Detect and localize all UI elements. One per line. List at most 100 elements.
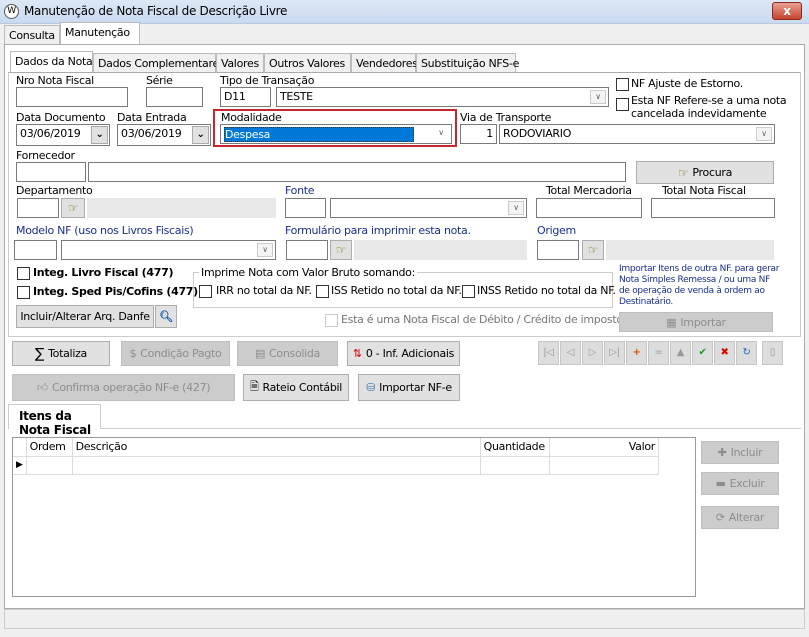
cell[interactable] — [26, 456, 73, 475]
col-ordem[interactable]: Ordem — [26, 438, 73, 457]
totaliza-button[interactable]: ∑ Totaliza — [12, 341, 110, 366]
fonte-input[interactable] — [285, 198, 326, 218]
tipo-code-input[interactable]: D11 — [220, 87, 271, 107]
fornecedor-name-input[interactable] — [88, 162, 626, 182]
row-indicator-icon: ▶ — [13, 456, 27, 475]
header-row: Ordem Descrição Quantidade Valor — [13, 438, 660, 457]
search-icon[interactable]: 🔍︎ — [155, 305, 177, 328]
post-icon[interactable]: ✔ — [692, 341, 713, 365]
nro-input[interactable] — [16, 87, 128, 107]
tab-substituicao[interactable]: Substituição NFS-e — [416, 53, 519, 73]
chevron-down-icon[interactable]: ⌄ — [192, 126, 209, 144]
close-button[interactable]: x — [772, 2, 802, 20]
tab-consulta[interactable]: Consulta — [4, 25, 60, 45]
refresh-icon[interactable]: ↻ — [736, 341, 757, 365]
debito-checkbox[interactable] — [325, 314, 338, 327]
modelo-label: Modelo NF (uso nos Livros Fiscais) — [16, 224, 194, 237]
condicao-label: Condição Pagto — [140, 347, 222, 360]
cancel-icon[interactable]: ✖ — [714, 341, 735, 365]
excluir-button[interactable]: ▬ Excluir — [701, 472, 779, 495]
tipo-label: Tipo de Transação — [220, 74, 315, 87]
tab-itens[interactable]: Itens da Nota Fiscal — [8, 404, 101, 437]
insert-icon[interactable]: + — [626, 341, 647, 365]
formulario-desc — [354, 240, 527, 260]
integ-sped-label: Integ. Sped Pis/Cofins (477) — [33, 285, 198, 298]
danfe-button[interactable]: Incluir/Alterar Arq. Danfe — [16, 305, 154, 328]
cell[interactable] — [72, 456, 481, 475]
ajuste-checkbox[interactable] — [616, 78, 629, 91]
via-combo[interactable]: RODOVIARIO ∨ — [499, 124, 775, 144]
formulario-input[interactable] — [286, 240, 328, 260]
tab-dados-nota[interactable]: Dados da Nota — [10, 51, 93, 73]
tipo-combo[interactable]: TESTE ∨ — [276, 87, 609, 107]
data-doc-picker[interactable]: 03/06/2019 ⌄ — [16, 124, 110, 146]
modalidade-label: Modalidade — [221, 111, 282, 124]
document-dollar-icon: 🗎 — [249, 380, 259, 393]
prior-record-icon[interactable]: ◁ — [560, 341, 581, 365]
sigma-icon: ∑ — [34, 345, 45, 362]
modalidade-combo[interactable]: Despesa ∨ — [220, 124, 452, 144]
delete-icon[interactable]: = — [648, 341, 669, 365]
minus-icon: ▬ — [715, 477, 726, 490]
importar-nfe-button[interactable]: ⛁ Importar NF-e — [358, 374, 460, 401]
inf-adicionais-button[interactable]: ⇅ 0 - Inf. Adicionais — [347, 341, 460, 366]
alterar-button[interactable]: ⟳ Alterar — [701, 506, 779, 529]
col-valor[interactable]: Valor — [549, 438, 660, 457]
next-record-icon[interactable]: ▷ — [582, 341, 603, 365]
total-merc-input[interactable] — [536, 198, 642, 218]
col-quantidade[interactable]: Quantidade — [480, 438, 550, 457]
last-record-icon[interactable]: ▷| — [604, 341, 625, 365]
integ-sped-checkbox[interactable] — [17, 286, 30, 299]
fornecedor-code-input[interactable] — [16, 162, 86, 182]
inss-checkbox[interactable] — [462, 285, 475, 298]
fonte-combo[interactable]: ∨ — [330, 198, 527, 218]
cell[interactable] — [480, 456, 550, 475]
items-grid[interactable]: Ordem Descrição Quantidade Valor ▶ — [12, 437, 696, 597]
rateio-button[interactable]: 🗎 Rateio Contábil — [243, 374, 349, 401]
alterar-label: Alterar — [728, 511, 765, 524]
pointing-hand-icon: ☞ — [67, 201, 79, 215]
chevron-down-icon[interactable]: ⌄ — [91, 126, 108, 144]
data-ent-picker[interactable]: 03/06/2019 ⌄ — [117, 124, 211, 146]
via-code-input[interactable]: 1 — [460, 124, 497, 144]
origem-desc — [606, 240, 774, 260]
incluir-button[interactable]: ✚ Incluir — [701, 441, 779, 464]
iss-checkbox[interactable] — [316, 285, 329, 298]
incluir-label: Incluir — [730, 446, 763, 459]
total-nf-input[interactable] — [651, 198, 775, 218]
edit-icon[interactable]: ▲ — [670, 341, 691, 365]
table-row[interactable]: ▶ — [13, 456, 660, 475]
tab-vendedores[interactable]: Vendedores — [351, 53, 418, 73]
first-record-icon[interactable]: |◁ — [538, 341, 559, 365]
departamento-input[interactable] — [17, 198, 59, 218]
condicao-button[interactable]: $ Condição Pagto — [121, 341, 230, 366]
tab-outros-valores[interactable]: Outros Valores — [264, 53, 351, 73]
serie-input[interactable] — [146, 87, 203, 107]
cell[interactable] — [549, 456, 660, 475]
debito-label: Esta é uma Nota Fiscal de Débito / Crédi… — [341, 313, 629, 326]
data-ent-value: 03/06/2019 — [121, 127, 182, 140]
tab-dados-complementares[interactable]: Dados Complementares — [93, 53, 225, 73]
bookmark-icon[interactable]: ▯ — [762, 341, 783, 365]
irr-checkbox[interactable] — [199, 285, 212, 298]
departamento-lookup-button[interactable]: ☞ — [61, 198, 85, 218]
formulario-lookup-button[interactable]: ☞ — [330, 240, 352, 260]
app-logo-icon: W — [4, 4, 19, 19]
cancelada-checkbox[interactable] — [616, 98, 629, 111]
procura-label: Procura — [692, 166, 733, 179]
tab-manutencao[interactable]: Manutenção — [60, 22, 140, 45]
confirma-button[interactable]: 👍︎ Confirma operação NF-e (427) — [12, 374, 235, 401]
origem-lookup-button[interactable]: ☞ — [582, 240, 604, 260]
fonte-label: Fonte — [285, 184, 315, 197]
integ-livro-checkbox[interactable] — [17, 267, 30, 280]
tab-valores[interactable]: Valores — [216, 53, 264, 73]
procura-button[interactable]: ☞ Procura — [636, 161, 774, 184]
consolida-button[interactable]: ▤ Consolida — [237, 341, 338, 366]
importar-button[interactable]: ▦ Importar — [619, 312, 773, 332]
modelo-combo[interactable]: ∨ — [61, 240, 276, 260]
inss-label: INSS Retido no total da NF. — [477, 284, 616, 297]
modelo-input[interactable] — [14, 240, 57, 260]
data-doc-value: 03/06/2019 — [20, 127, 81, 140]
col-descricao[interactable]: Descrição — [72, 438, 481, 457]
origem-input[interactable] — [537, 240, 579, 260]
